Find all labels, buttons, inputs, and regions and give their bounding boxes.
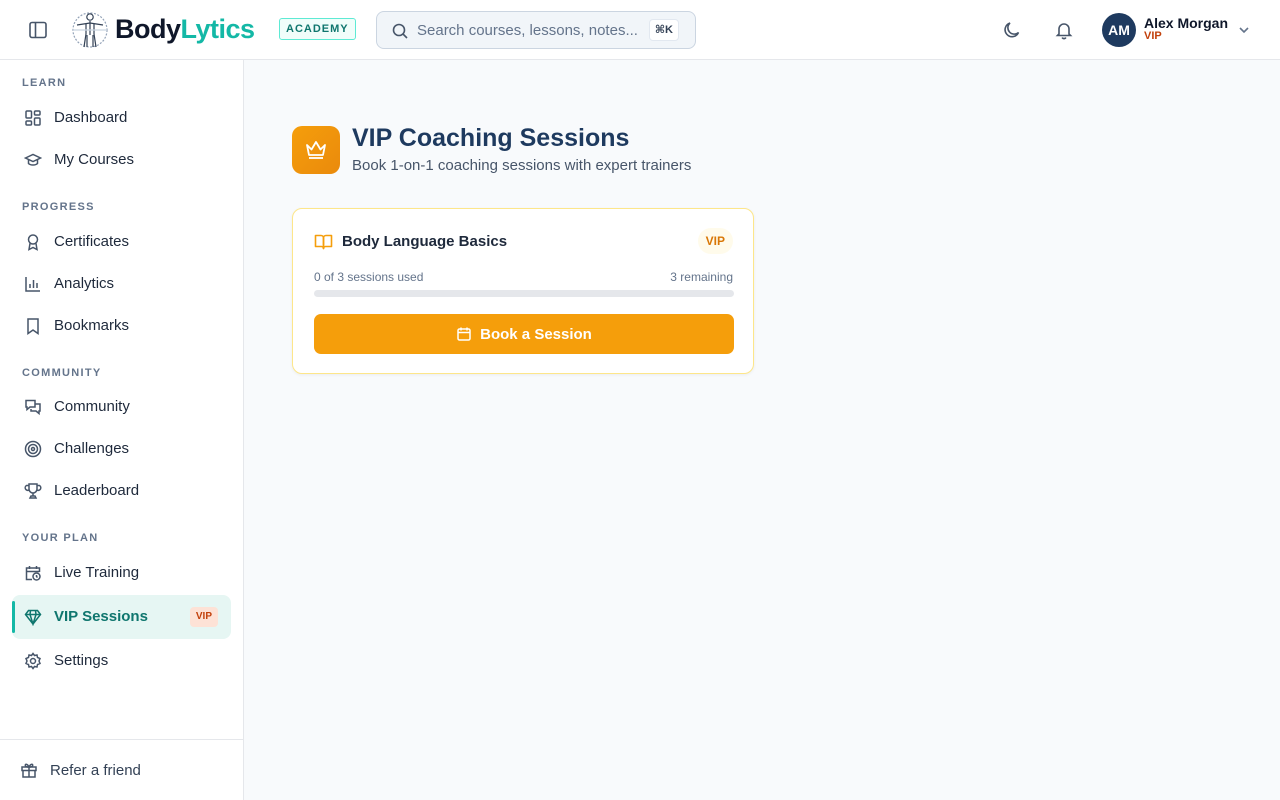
gear-icon <box>25 652 41 670</box>
brand-name[interactable]: BodyLytics <box>115 13 255 45</box>
section-label-learn: LEARN <box>22 77 67 89</box>
sessions-used-label: 0 of 3 sessions used <box>314 270 424 284</box>
sidebar-item-analytics[interactable]: Analytics <box>12 263 231 305</box>
search-bar[interactable]: ⌘K <box>376 11 696 49</box>
chevron-down-icon[interactable] <box>1237 23 1251 37</box>
vip-badge: VIP <box>189 607 218 627</box>
sidebar-item-label: Dashboard <box>54 109 128 126</box>
dashboard-grid-icon <box>25 110 41 126</box>
sidebar-item-live-training[interactable]: Live Training <box>12 552 231 594</box>
book-session-button[interactable]: Book a Session <box>314 314 734 354</box>
sidebar-footer: Refer a friend <box>0 739 243 800</box>
sessions-progress-bar <box>314 290 734 297</box>
sidebar-item-challenges[interactable]: Challenges <box>12 428 231 470</box>
sessions-remaining-label: 3 remaining <box>670 270 733 284</box>
top-header: BodyLytics ACADEMY ⌘K AM Alex Morgan VIP <box>0 0 1280 60</box>
search-input[interactable] <box>417 20 645 40</box>
brand-name-part2: Lytics <box>180 14 256 44</box>
sidebar-item-label: Leaderboard <box>54 482 140 499</box>
page-title: VIP Coaching Sessions <box>352 124 630 152</box>
bodylytics-logo-icon[interactable] <box>71 10 109 50</box>
sidebar-item-dashboard[interactable]: Dashboard <box>12 97 231 139</box>
target-icon <box>24 440 42 458</box>
sidebar-item-label: My Courses <box>54 151 135 168</box>
refer-a-friend-label: Refer a friend <box>50 762 141 779</box>
trophy-icon <box>24 483 42 499</box>
user-tier-label: VIP <box>1144 30 1162 42</box>
gem-icon <box>24 609 42 626</box>
crown-icon <box>306 141 326 159</box>
user-name[interactable]: Alex Morgan <box>1144 15 1228 31</box>
notifications-bell-icon[interactable] <box>1054 20 1074 40</box>
sidebar: LEARN Dashboard My Courses PROGRESS Cert… <box>0 60 244 800</box>
section-label-community: COMMUNITY <box>22 367 102 379</box>
book-session-label: Book a Session <box>480 325 592 343</box>
sidebar-item-label: Live Training <box>54 564 140 581</box>
sidebar-item-my-courses[interactable]: My Courses <box>12 139 231 181</box>
award-icon <box>27 234 39 251</box>
sidebar-item-label: Bookmarks <box>54 317 130 334</box>
sidebar-item-leaderboard[interactable]: Leaderboard <box>12 470 231 512</box>
chat-bubbles-icon <box>25 399 41 416</box>
coaching-session-card: Body Language Basics VIP 0 of 3 sessions… <box>292 208 754 374</box>
sidebar-item-bookmarks[interactable]: Bookmarks <box>12 305 231 347</box>
gift-icon <box>21 763 37 778</box>
vip-tier-badge: VIP <box>697 228 733 254</box>
bookmark-icon <box>27 318 39 335</box>
sidebar-item-certificates[interactable]: Certificates <box>12 221 231 263</box>
page-subtitle: Book 1-on-1 coaching sessions with exper… <box>352 157 692 174</box>
sidebar-toggle-icon[interactable] <box>28 20 48 40</box>
sidebar-item-label: Challenges <box>54 440 130 457</box>
sidebar-item-vip-sessions[interactable]: VIP Sessions VIP <box>12 595 231 639</box>
sidebar-item-label: Community <box>54 398 130 415</box>
user-avatar[interactable]: AM <box>1102 13 1136 47</box>
sidebar-item-label: Certificates <box>54 233 130 250</box>
graduation-cap-icon <box>24 153 42 166</box>
sidebar-item-label: VIP Sessions <box>54 608 148 625</box>
section-label-progress: PROGRESS <box>22 201 95 213</box>
brand-name-part1: Body <box>115 14 181 44</box>
open-book-icon <box>314 234 333 250</box>
search-icon <box>392 23 408 39</box>
sidebar-item-label: Settings <box>54 652 109 669</box>
search-shortcut-hint: ⌘K <box>648 19 679 41</box>
bar-chart-icon <box>25 277 40 292</box>
calendar-clock-icon <box>25 566 41 581</box>
academy-badge: ACADEMY <box>279 18 356 40</box>
sidebar-item-community[interactable]: Community <box>12 386 231 428</box>
sidebar-item-settings[interactable]: Settings <box>12 640 231 682</box>
sidebar-item-label: Analytics <box>54 275 115 292</box>
calendar-icon <box>457 327 471 341</box>
section-label-your-plan: YOUR PLAN <box>22 532 99 544</box>
course-title: Body Language Basics <box>342 233 508 250</box>
dark-mode-toggle-icon[interactable] <box>1002 20 1022 40</box>
crown-badge <box>292 126 340 174</box>
